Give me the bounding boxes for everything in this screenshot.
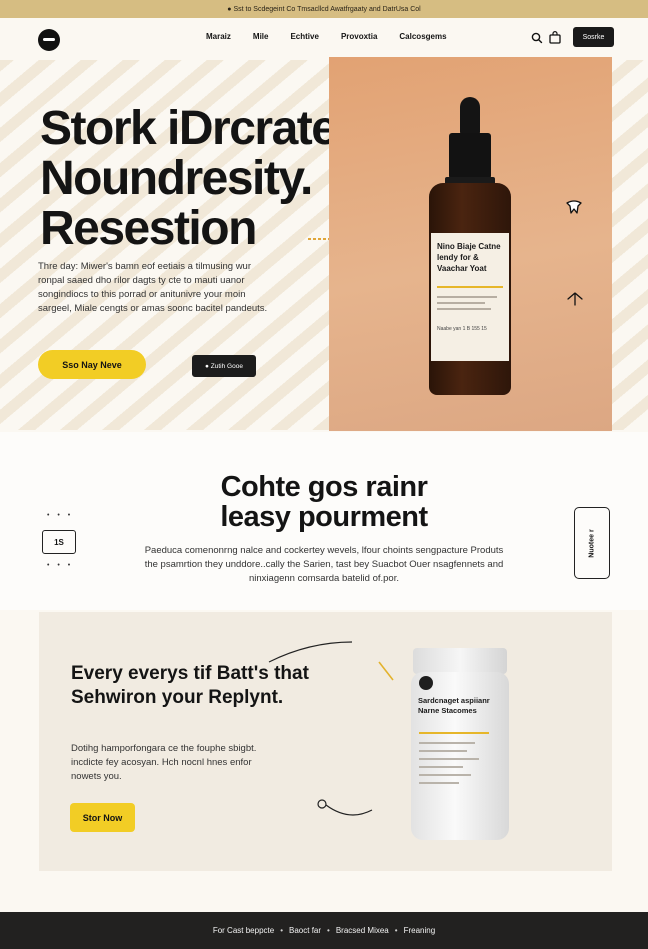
- stat-dots-bottom: • • •: [47, 562, 74, 569]
- jar-label-title: Sardcnaget aspiianr Narne Stacomes: [418, 696, 490, 715]
- nav-account-button[interactable]: Sosrke: [573, 27, 614, 47]
- dropper-cap: [449, 133, 491, 179]
- brand-logo[interactable]: [38, 29, 60, 51]
- footer-separator: •: [394, 926, 398, 935]
- features-title-line-2: leasy pourment: [220, 501, 428, 533]
- hero-secondary-button[interactable]: ● Zutih Gooe: [192, 355, 256, 377]
- hero-title-line-1: Stork iDrcrate: [40, 102, 338, 155]
- hero-title-line-3: Resestion: [40, 202, 257, 255]
- nav-links: Maraiz Mile Echtive Provoxtia Calcosgems: [206, 32, 447, 41]
- side-tag-label: Nuotee r: [588, 528, 596, 558]
- features-section: Cohte gos rainr leasy pourment Paeduca c…: [0, 432, 648, 610]
- supplement-jar: Sardcnaget aspiianr Narne Stacomes: [411, 648, 509, 840]
- jar-label-accent-line: [419, 732, 489, 734]
- tooth-doodle-icon: [566, 200, 582, 214]
- hero-description: Thre day: Miwer's bamn eof eetiais a til…: [38, 261, 268, 314]
- promo-description: Dotihg hamporfongara ce the fouphe sbigb…: [71, 743, 257, 782]
- footer-separator: •: [327, 926, 330, 935]
- sparkle-doodle-icon: [567, 292, 583, 306]
- nav-link-5[interactable]: Calcosgems: [399, 32, 446, 41]
- nav-link-1[interactable]: Maraiz: [206, 32, 231, 41]
- hero-title-line-2: Noundresity.: [40, 152, 313, 205]
- footer-link-3[interactable]: Bracsed Mixea: [336, 926, 389, 935]
- jar-label-text-line: [419, 758, 479, 760]
- features-title-line-1: Cohte gos rainr: [220, 471, 428, 503]
- jar-lid: [413, 648, 507, 674]
- top-navigation: Maraiz Mile Echtive Provoxtia Calcosgems…: [0, 18, 648, 60]
- footer-separator: •: [280, 926, 284, 935]
- promo-title: Every everys tif Batt's that Sehwiron yo…: [71, 663, 309, 708]
- bottle-label-title: Nino Biaje Catne lendy for & Vaachar Yoa…: [437, 242, 501, 273]
- footer-link-2[interactable]: Baoct far: [289, 926, 321, 935]
- side-tag-button[interactable]: Nuotee r: [574, 507, 610, 579]
- stat-dots-top: • • •: [47, 512, 74, 519]
- hero-product-image: Nino Biaje Catne lendy for & Vaachar Yoa…: [329, 57, 612, 431]
- dropper-bulb: [460, 97, 480, 135]
- announcement-text: ● Sst to Scdegeint Co Tmsacllcd Awatfrga…: [227, 5, 421, 13]
- jar-label-text-line: [419, 774, 471, 776]
- bottle-label: Nino Biaje Catne lendy for & Vaachar Yoa…: [431, 233, 509, 361]
- footer-link-1[interactable]: For Cast beppcte: [213, 926, 274, 935]
- jar-label-text-line: [419, 750, 467, 752]
- features-description: Paeduca comenonrng nalce and cockertey w…: [144, 545, 504, 584]
- hero-title: Stork iDrcrate Noundresity. Resestion: [40, 102, 338, 255]
- promo-section: Every everys tif Batt's that Sehwiron yo…: [39, 612, 612, 871]
- jar-label-text-line: [419, 742, 475, 744]
- features-title: Cohte gos rainr leasy pourment: [0, 472, 648, 532]
- nav-link-2[interactable]: Mile: [253, 32, 269, 41]
- cart-icon[interactable]: [548, 31, 562, 45]
- bottle-label-accent-line: [437, 286, 503, 288]
- dropper-bottle: Nino Biaje Catne lendy for & Vaachar Yoa…: [425, 97, 515, 397]
- bottle-label-text-line: [437, 302, 485, 304]
- jar-label-text-line: [419, 782, 459, 784]
- nav-link-4[interactable]: Provoxtia: [341, 32, 377, 41]
- search-icon[interactable]: [530, 31, 544, 45]
- stat-badge: 1S: [42, 530, 76, 554]
- nav-link-3[interactable]: Echtive: [290, 32, 318, 41]
- footer-link-4[interactable]: Freaning: [404, 926, 436, 935]
- jar-label-text-line: [419, 766, 463, 768]
- announcement-bar: ● Sst to Scdegeint Co Tmsacllcd Awatfrga…: [0, 0, 648, 18]
- footer-bar: For Cast beppcte • Baoct far • Bracsed M…: [0, 912, 648, 949]
- jar-logo-badge: [419, 676, 433, 690]
- hero-primary-button[interactable]: Sso Nay Neve: [38, 350, 146, 379]
- promo-shop-button[interactable]: Stor Now: [70, 803, 135, 832]
- bottle-label-text-line: [437, 308, 491, 310]
- bottle-label-text-line: [437, 296, 497, 298]
- bottle-label-footer: Naabe yan 1 B 155 15: [437, 326, 487, 332]
